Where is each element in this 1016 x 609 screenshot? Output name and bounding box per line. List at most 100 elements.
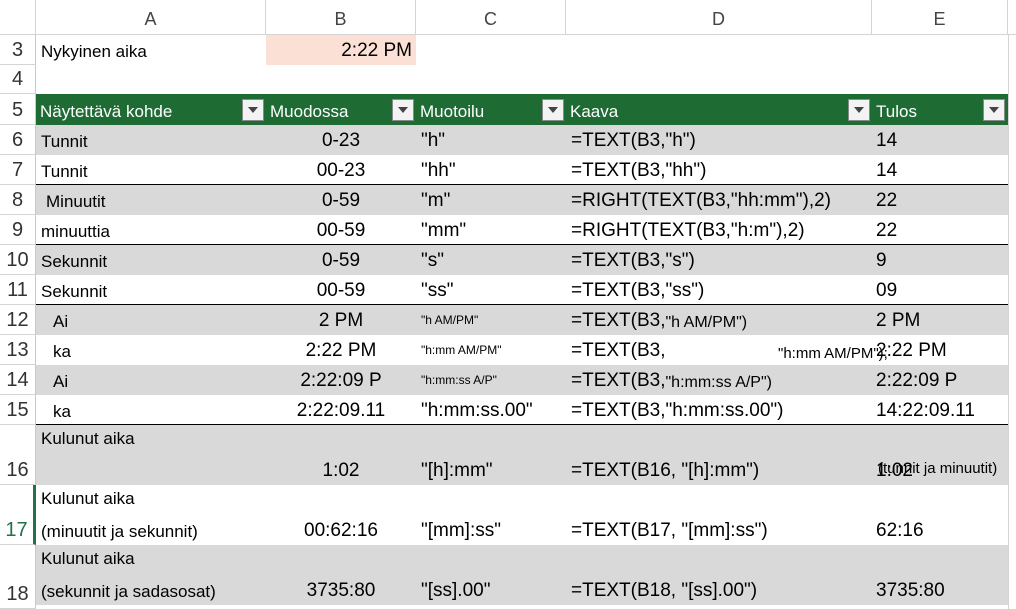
result-cell[interactable]: 9: [876, 245, 887, 275]
formatting-cell[interactable]: "h:mm:ss.00": [421, 395, 533, 425]
formula-prefix[interactable]: =TEXT(B3,: [571, 335, 666, 365]
result-cell[interactable]: 2 PM: [876, 305, 920, 335]
column-header-d[interactable]: D: [566, 0, 872, 35]
format-cell[interactable]: 2:22:09.11: [266, 395, 416, 425]
row-header-6[interactable]: 6: [0, 125, 36, 155]
filter-dropdown-e[interactable]: [983, 99, 1005, 121]
formatting-cell[interactable]: "[mm]:ss": [421, 485, 501, 545]
format-cell[interactable]: 1:02: [266, 425, 416, 485]
formula-cell[interactable]: =TEXT(B3,"h"): [571, 125, 696, 155]
formula-cell[interactable]: =RIGHT(TEXT(B3,"hh:mm"),2): [571, 185, 831, 215]
formula-cell[interactable]: =TEXT(B18, "[ss].00"): [571, 545, 757, 605]
row-header-10[interactable]: 10: [0, 245, 36, 275]
filter-dropdown-b[interactable]: [392, 99, 414, 121]
formula-cell[interactable]: =TEXT(B16, "[h]:mm"): [571, 425, 759, 485]
column-header-e[interactable]: E: [872, 0, 1008, 35]
formatting-cell[interactable]: "h": [421, 125, 445, 155]
result-cell[interactable]: 09: [876, 275, 897, 305]
formatting-cell[interactable]: "hh": [421, 155, 456, 185]
formatting-cell[interactable]: "h:mm AM/PM": [421, 335, 502, 365]
format-cell[interactable]: 00-59: [266, 215, 416, 245]
display-item-cell[interactable]: ka: [53, 395, 71, 425]
row-header-17[interactable]: 17: [0, 485, 36, 545]
elapsed-time-label[interactable]: Kulunut aika: [41, 485, 135, 512]
format-cell[interactable]: 2:22 PM: [266, 335, 416, 365]
elapsed-time-sublabel[interactable]: (minuutit ja sekunnit): [41, 515, 198, 545]
row-header-18[interactable]: 18: [0, 545, 36, 609]
formula-cell[interactable]: =TEXT(B3,"h:mm:ss.00"): [571, 395, 784, 425]
formula-cell[interactable]: =TEXT(B3, "h AM/PM"): [571, 305, 747, 335]
formatting-cell[interactable]: "h:mm:ss A/P": [421, 365, 497, 395]
result-cell[interactable]: 22: [876, 185, 897, 215]
result-cell[interactable]: 14: [876, 155, 897, 185]
column-header-b[interactable]: B: [266, 0, 416, 35]
row-header-9[interactable]: 9: [0, 215, 36, 245]
column-header-c[interactable]: C: [416, 0, 566, 35]
formatting-cell[interactable]: "s": [421, 245, 444, 275]
row-header-13[interactable]: 13: [0, 335, 36, 365]
display-item-cell[interactable]: Tunnit: [41, 125, 88, 155]
row-header-3[interactable]: 3: [0, 35, 36, 65]
format-cell[interactable]: 00-59: [266, 275, 416, 305]
formatting-cell[interactable]: "[h]:mm": [421, 425, 493, 485]
result-cell[interactable]: 14:22:09.11: [876, 395, 975, 425]
formula-cell[interactable]: =TEXT(B3,"s"): [571, 245, 695, 275]
formula-cell[interactable]: =TEXT(B3,"ss"): [571, 275, 704, 305]
row-header-7[interactable]: 7: [0, 155, 36, 185]
row-header-12[interactable]: 12: [0, 305, 36, 335]
format-cell[interactable]: 0-23: [266, 125, 416, 155]
result-cell[interactable]: 22: [876, 215, 897, 245]
display-item-cell[interactable]: Sekunnit: [41, 275, 107, 305]
format-cell[interactable]: 0-59: [266, 185, 416, 215]
column-header-a[interactable]: A: [36, 0, 266, 35]
elapsed-time-label[interactable]: Kulunut aika: [41, 545, 135, 572]
filter-dropdown-a[interactable]: [242, 99, 264, 121]
current-time-value[interactable]: 2:22 PM: [266, 35, 416, 65]
row-header-8[interactable]: 8: [0, 185, 36, 215]
result-cell[interactable]: 2:22:09 P: [876, 365, 957, 395]
result-cell[interactable]: 2:22 PM: [876, 335, 947, 365]
result-cell[interactable]: 3735:80: [876, 545, 945, 605]
format-cell[interactable]: 00-23: [266, 155, 416, 185]
formula-format-arg: "h:mm:ss A/P"): [665, 374, 772, 391]
result-cell[interactable]: 14: [876, 125, 897, 155]
formula-cell[interactable]: =RIGHT(TEXT(B3,"h:m"),2): [571, 215, 805, 245]
formatting-cell[interactable]: "ss": [421, 275, 454, 305]
format-cell[interactable]: 0-59: [266, 245, 416, 275]
header-display-item: Näytettävä kohde: [40, 102, 173, 121]
elapsed-time-label[interactable]: Kulunut aika: [41, 425, 135, 452]
elapsed-time-sublabel[interactable]: (sekunnit ja sadasosat): [41, 575, 216, 605]
row-header-14[interactable]: 14: [0, 365, 36, 395]
result-cell[interactable]: 62:16: [876, 485, 924, 545]
formatting-cell[interactable]: "h AM/PM": [421, 305, 478, 335]
chevron-down-icon: [548, 107, 558, 113]
display-item-cell[interactable]: Ai: [53, 305, 68, 335]
header-format: Muodossa: [270, 102, 349, 121]
row-header-15[interactable]: 15: [0, 395, 36, 425]
formula-cell[interactable]: =TEXT(B17, "[mm]:ss"): [571, 485, 768, 545]
display-item-cell[interactable]: Tunnit: [41, 155, 88, 185]
format-cell[interactable]: 3735:80: [266, 545, 416, 605]
display-item-cell[interactable]: Minuutit: [46, 185, 106, 215]
format-cell[interactable]: 2 PM: [266, 305, 416, 335]
display-item-cell[interactable]: Ai: [53, 365, 68, 395]
filter-dropdown-d[interactable]: [848, 99, 870, 121]
row-header-5[interactable]: 5: [0, 94, 36, 125]
format-cell[interactable]: 00:62:16: [266, 485, 416, 545]
row-header-4[interactable]: 4: [0, 65, 36, 94]
select-all-corner[interactable]: [0, 0, 36, 35]
row-header-16[interactable]: 16: [0, 425, 36, 485]
chevron-down-icon: [398, 107, 408, 113]
format-cell[interactable]: 2:22:09 P: [266, 365, 416, 395]
table-row-band: [36, 125, 1008, 155]
display-item-cell[interactable]: ka: [53, 335, 71, 365]
formatting-cell[interactable]: "mm": [421, 215, 466, 245]
filter-dropdown-c[interactable]: [542, 99, 564, 121]
formatting-cell[interactable]: "[ss].00": [421, 545, 490, 605]
row-header-11[interactable]: 11: [0, 275, 36, 305]
formatting-cell[interactable]: "m": [421, 185, 450, 215]
display-item-cell[interactable]: minuuttia: [41, 215, 110, 245]
formula-cell[interactable]: =TEXT(B3,"hh"): [571, 155, 706, 185]
formula-cell[interactable]: =TEXT(B3, "h:mm:ss A/P"): [571, 365, 772, 395]
display-item-cell[interactable]: Sekunnit: [41, 245, 107, 275]
